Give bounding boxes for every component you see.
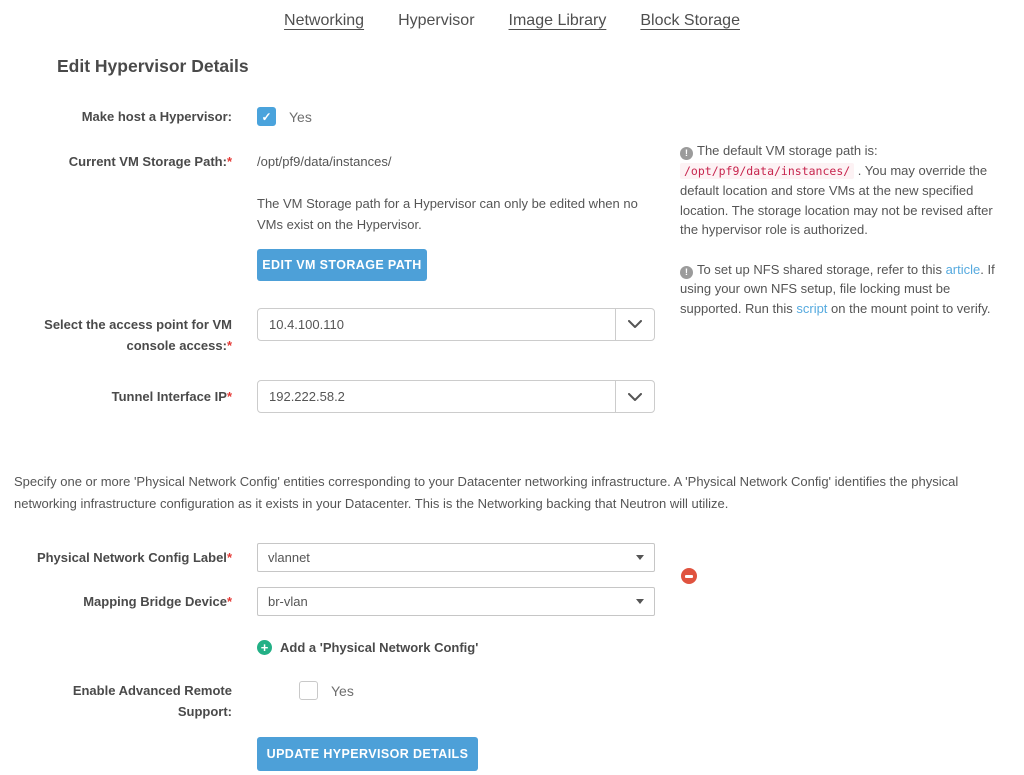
minus-circle-icon <box>685 575 693 578</box>
storage-path-info: !The default VM storage path is: /opt/pf… <box>680 141 1013 240</box>
nav-link-networking[interactable]: Networking <box>284 12 364 30</box>
plus-circle-icon: + <box>257 640 272 655</box>
row-tunnel-ip: Tunnel Interface IP* 192.222.58.2 <box>0 380 1024 413</box>
info-panel: !The default VM storage path is: /opt/pf… <box>680 141 1013 318</box>
page-title: Edit Hypervisor Details <box>57 56 1024 77</box>
add-pnc-link[interactable]: + Add a 'Physical Network Config' <box>257 640 655 655</box>
row-remote-support: Enable Advanced Remote Support: Yes <box>0 681 1024 723</box>
chevron-down-icon <box>628 393 642 401</box>
chevron-down-icon <box>628 320 642 328</box>
bridge-device-value: br-vlan <box>268 594 308 609</box>
required-marker: * <box>227 154 232 169</box>
tunnel-ip-value: 192.222.58.2 <box>258 381 615 412</box>
console-access-value: 10.4.100.110 <box>258 309 615 340</box>
required-marker: * <box>227 389 232 404</box>
script-link[interactable]: script <box>796 301 827 316</box>
tunnel-ip-dropdown[interactable]: 192.222.58.2 <box>257 380 655 413</box>
storage-path-label: Current VM Storage Path:* <box>0 152 232 173</box>
storage-path-note: The VM Storage path for a Hypervisor can… <box>257 193 655 235</box>
row-add-pnc: + Add a 'Physical Network Config' <box>0 640 1024 655</box>
check-icon: ✓ <box>261 110 271 124</box>
console-access-caret-button[interactable] <box>615 309 654 340</box>
row-bridge-device: Mapping Bridge Device* br-vlan <box>0 587 1024 616</box>
required-marker: * <box>227 338 232 353</box>
nfs-info: !To set up NFS shared storage, refer to … <box>680 260 1013 319</box>
tunnel-ip-label: Tunnel Interface IP* <box>0 380 232 408</box>
bridge-device-label: Mapping Bridge Device* <box>0 587 232 613</box>
physical-network-description: Specify one or more 'Physical Network Co… <box>14 471 996 515</box>
storage-path-value: /opt/pf9/data/instances/ <box>257 152 655 169</box>
caret-down-icon <box>636 599 644 604</box>
make-hypervisor-label: Make host a Hypervisor: <box>0 107 232 128</box>
required-marker: * <box>227 550 232 565</box>
pnc-label-select[interactable]: vlannet <box>257 543 655 572</box>
update-hypervisor-details-button[interactable]: UPDATE HYPERVISOR DETAILS <box>257 737 478 771</box>
remote-support-label: Enable Advanced Remote Support: <box>42 681 232 723</box>
info-icon: ! <box>680 147 693 160</box>
default-path-code: /opt/pf9/data/instances/ <box>680 163 854 179</box>
pnc-label-value: vlannet <box>268 550 310 565</box>
info-icon: ! <box>680 266 693 279</box>
nav-link-hypervisor[interactable]: Hypervisor <box>398 12 474 30</box>
row-make-hypervisor: Make host a Hypervisor: ✓ Yes <box>0 107 1024 128</box>
nav-link-image-library[interactable]: Image Library <box>509 12 607 30</box>
add-pnc-label: Add a 'Physical Network Config' <box>280 640 478 655</box>
required-marker: * <box>227 594 232 609</box>
tunnel-ip-caret-button[interactable] <box>615 381 654 412</box>
row-pnc-label: Physical Network Config Label* vlannet <box>0 543 1024 572</box>
remote-support-checkbox[interactable] <box>299 681 318 700</box>
top-nav: Networking Hypervisor Image Library Bloc… <box>0 0 1024 30</box>
bridge-device-select[interactable]: br-vlan <box>257 587 655 616</box>
article-link[interactable]: article <box>946 262 981 277</box>
pnc-label-label: Physical Network Config Label* <box>0 543 232 569</box>
row-update: UPDATE HYPERVISOR DETAILS <box>0 737 1024 771</box>
console-access-dropdown[interactable]: 10.4.100.110 <box>257 308 655 341</box>
make-hypervisor-checkbox-label[interactable]: Yes <box>289 109 312 125</box>
edit-vm-storage-path-button[interactable]: EDIT VM STORAGE PATH <box>257 249 427 281</box>
nav-link-block-storage[interactable]: Block Storage <box>640 12 740 30</box>
make-hypervisor-checkbox[interactable]: ✓ <box>257 107 276 126</box>
console-access-label: Select the access point for VM console a… <box>0 308 232 357</box>
remove-pnc-button[interactable] <box>681 568 697 584</box>
caret-down-icon <box>636 555 644 560</box>
remote-support-checkbox-label[interactable]: Yes <box>331 683 354 699</box>
